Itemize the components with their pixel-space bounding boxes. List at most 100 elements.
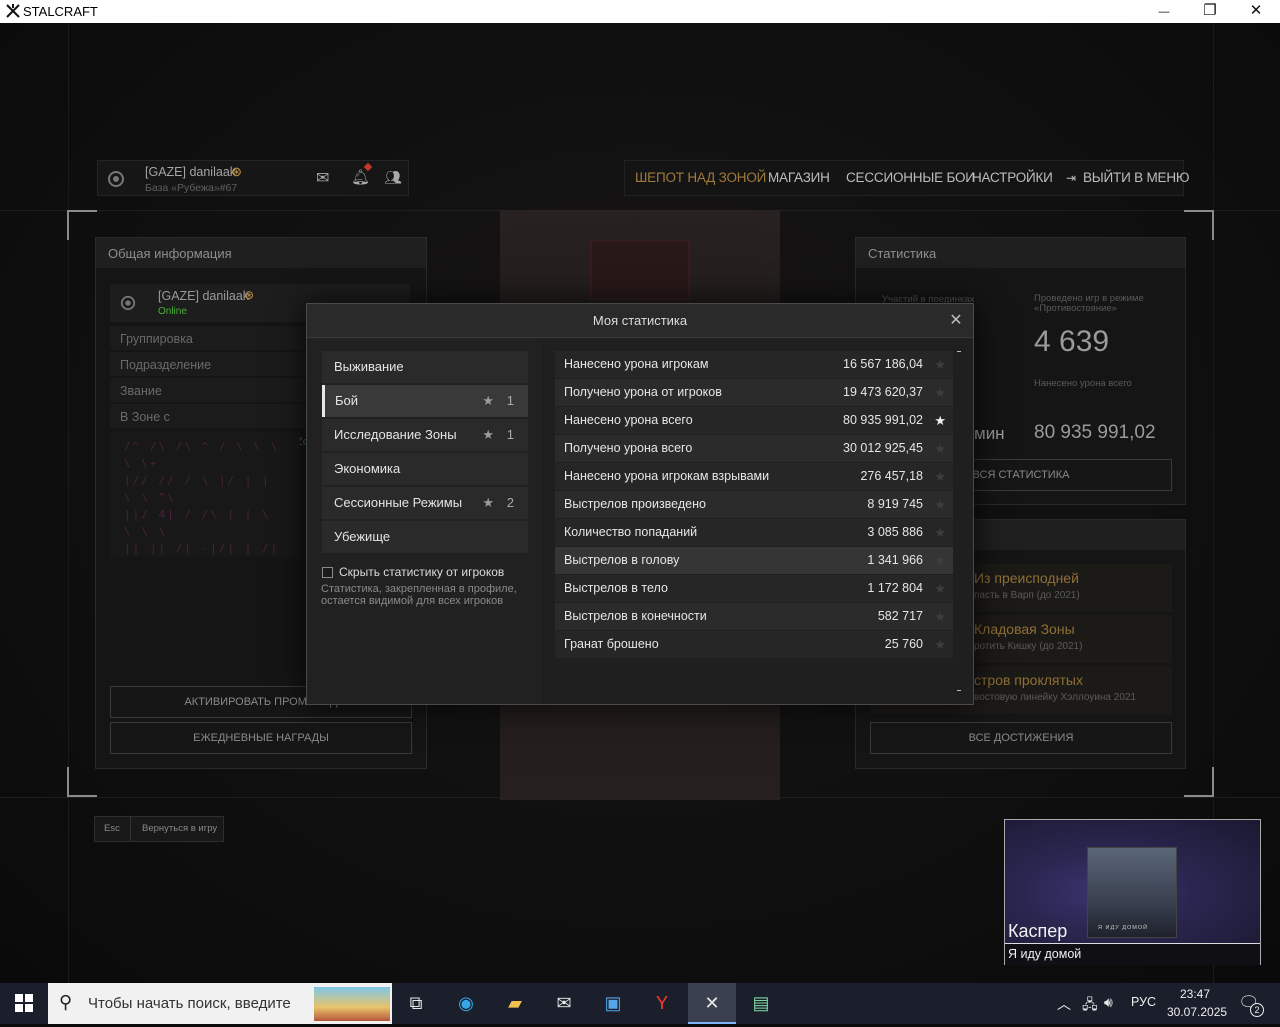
language-indicator[interactable]: РУС	[1131, 995, 1156, 1009]
modal-close-button[interactable]: ✕	[947, 312, 965, 330]
file-explorer-icon[interactable]: ▰	[491, 983, 539, 1024]
category-economy[interactable]: Экономика	[322, 453, 528, 485]
category-shelter[interactable]: Убежище	[322, 521, 528, 553]
stat-label: Выстрелов в тело	[564, 581, 668, 595]
notification-count-badge: 2	[1250, 1003, 1264, 1017]
divider	[130, 817, 131, 841]
stat-row: Выстрелов произведено 8 919 745 ★	[555, 491, 953, 518]
category-label: Убежище	[334, 529, 391, 544]
stat-value: 3 085 886	[867, 525, 923, 539]
task-view-icon[interactable]: ⧉	[392, 983, 440, 1024]
stat-label: Проведено игр в режиме «Противостояние»	[1034, 293, 1144, 314]
pin-star-icon[interactable]: ★	[934, 631, 946, 658]
clock-time[interactable]: 23:47	[1180, 987, 1210, 1001]
stat-row: Получено урона от игроков 19 473 620,37 ★	[555, 379, 953, 406]
menu-shop[interactable]: МАГАЗИН	[768, 170, 830, 185]
app-window-icon[interactable]: ▤	[737, 983, 785, 1024]
faction-emblem-icon	[120, 295, 136, 311]
now-playing-popup: Я ИДУ ДОМОЙ Каспер Я иду домой	[1004, 819, 1261, 965]
pin-star-icon[interactable]: ★	[934, 351, 946, 378]
stat-value: 1 341 966	[867, 553, 923, 567]
stat-label: Получено урона всего	[564, 441, 693, 455]
mail-icon[interactable]: ✉	[316, 168, 329, 188]
minimize-button[interactable]: —	[1141, 0, 1187, 23]
category-combat[interactable]: Бой ★ 1	[322, 385, 528, 417]
glitch-art: /^ /\ /\ ^ / \ \ \ \ \+ |// // / \ |/ | …	[110, 432, 300, 557]
category-label: Исследование Зоны	[334, 427, 457, 442]
stat-label: Количество попаданий	[564, 525, 698, 539]
panel-title: Статистика	[856, 238, 1185, 268]
stat-row: Количество попаданий 3 085 886 ★	[555, 519, 953, 546]
pin-star-icon[interactable]: ★	[934, 463, 946, 490]
volume-icon[interactable]: 🔊︎	[1104, 994, 1113, 1011]
stat-value: 80 935 991,02	[1034, 422, 1156, 443]
player-name[interactable]: [GAZE] danilaak	[145, 165, 236, 179]
yandex-browser-icon[interactable]: Y	[638, 983, 686, 1024]
stat-value: 8 919 745	[867, 497, 923, 511]
start-button[interactable]	[0, 983, 48, 1024]
hide-stats-checkbox[interactable]	[322, 567, 333, 578]
pinned-count: 1	[506, 427, 514, 442]
player-base: База «Рубежа»#67	[145, 182, 238, 194]
star-icon: ★	[482, 427, 494, 442]
maximize-icon: ❐	[1203, 2, 1217, 19]
edge-browser-icon[interactable]: ◉	[442, 983, 490, 1024]
pin-star-icon[interactable]: ★	[934, 379, 946, 406]
minimize-icon: —	[1158, 6, 1170, 18]
achievement-title: стров проклятых	[974, 672, 1083, 688]
search-box[interactable]: ⚲ Чтобы начать поиск, введите	[48, 983, 392, 1024]
stat-row: Выстрелов в голову 1 341 966 ★	[555, 547, 953, 574]
stat-label: Выстрелов в конечности	[564, 609, 707, 623]
category-session-modes[interactable]: Сессионные Режимы ★ 2	[322, 487, 528, 519]
achievement-subtitle: пасть в Варп (до 2021)	[974, 590, 1080, 601]
pin-star-icon[interactable]: ★	[934, 575, 946, 602]
close-window-button[interactable]: ✕	[1233, 0, 1279, 23]
control-panel-icon[interactable]: ▣	[589, 983, 637, 1024]
esc-key: Esc	[104, 823, 120, 834]
network-icon[interactable]: 🖧︎	[1082, 994, 1098, 1018]
frame-corner	[67, 210, 97, 240]
clock-date[interactable]: 30.07.2025	[1167, 1005, 1227, 1019]
stat-value: 19 473 620,37	[843, 385, 923, 399]
stalcraft-taskbar-icon[interactable]: ✕	[688, 983, 736, 1024]
windows-taskbar: ⚲ Чтобы начать поиск, введите ⧉ ◉ ▰ ✉ ▣ …	[0, 983, 1280, 1024]
menu-session-battles[interactable]: СЕССИОННЫЕ БОИ	[846, 170, 975, 185]
hide-stats-label[interactable]: Скрыть статистику от игроков	[339, 565, 504, 579]
menu-settings[interactable]: НАСТРОЙКИ	[972, 170, 1053, 185]
maximize-button[interactable]: ❐	[1187, 0, 1233, 23]
all-achievements-button[interactable]: ВСЕ ДОСТИЖЕНИЯ	[870, 722, 1172, 754]
scrollbar[interactable]	[957, 351, 961, 691]
pin-star-icon[interactable]: ★	[934, 603, 946, 630]
pin-star-icon[interactable]: ★	[934, 547, 946, 574]
back-to-game-button[interactable]: Esc Вернуться в игру	[94, 816, 224, 842]
search-highlight-image	[314, 987, 390, 1021]
pin-star-icon[interactable]: ★	[934, 519, 946, 546]
rank-badge-icon: ⊛	[244, 288, 255, 302]
rank-badge-icon: ⊛	[231, 164, 242, 179]
mail-app-icon[interactable]: ✉	[540, 983, 588, 1024]
menu-whisper[interactable]: ШЕПОТ НАД ЗОНОЙ	[635, 170, 766, 185]
stat-label: Нанесено урона игрокам взрывами	[564, 469, 770, 483]
close-icon: ✕	[949, 312, 963, 329]
menu-exit[interactable]: ВЫЙТИ В МЕНЮ	[1083, 170, 1190, 185]
pin-star-icon[interactable]: ★	[934, 491, 946, 518]
player-header: [GAZE] danilaak ⊛ База «Рубежа»#67 ✉ 🔔︎ …	[97, 160, 409, 196]
daily-rewards-button[interactable]: ЕЖЕДНЕВНЫЕ НАГРАДЫ	[110, 722, 412, 754]
pin-star-icon[interactable]: ★	[934, 435, 946, 462]
friends-icon[interactable]: 👥︎	[384, 169, 402, 186]
pin-star-icon[interactable]: ★	[934, 407, 946, 434]
tray-chevron-icon[interactable]: ︿	[1057, 994, 1071, 1014]
stat-label: Нанесено урона всего	[564, 413, 693, 427]
game-viewport: [GAZE] danilaak ⊛ База «Рубежа»#67 ✉ 🔔︎ …	[0, 23, 1280, 983]
hide-stats-note: Статистика, закрепленная в профиле, оста…	[321, 583, 517, 607]
category-zone-exploration[interactable]: Исследование Зоны ★ 1	[322, 419, 528, 451]
stat-label: Нанесено урона игрокам	[564, 357, 709, 371]
glitch-line: || || /| -|/| | /| + |\	[124, 542, 280, 555]
glitch-line: ||/ 4| / /\ | | \ \ \ \	[124, 508, 271, 538]
pinned-count: 2	[506, 495, 514, 510]
track-title: Я иду домой	[1008, 947, 1082, 961]
stat-value: 30 012 925,45	[843, 441, 923, 455]
stat-value: 582 717	[877, 609, 923, 623]
category-survival[interactable]: Выживание	[322, 351, 528, 383]
category-label: Выживание	[334, 359, 404, 374]
